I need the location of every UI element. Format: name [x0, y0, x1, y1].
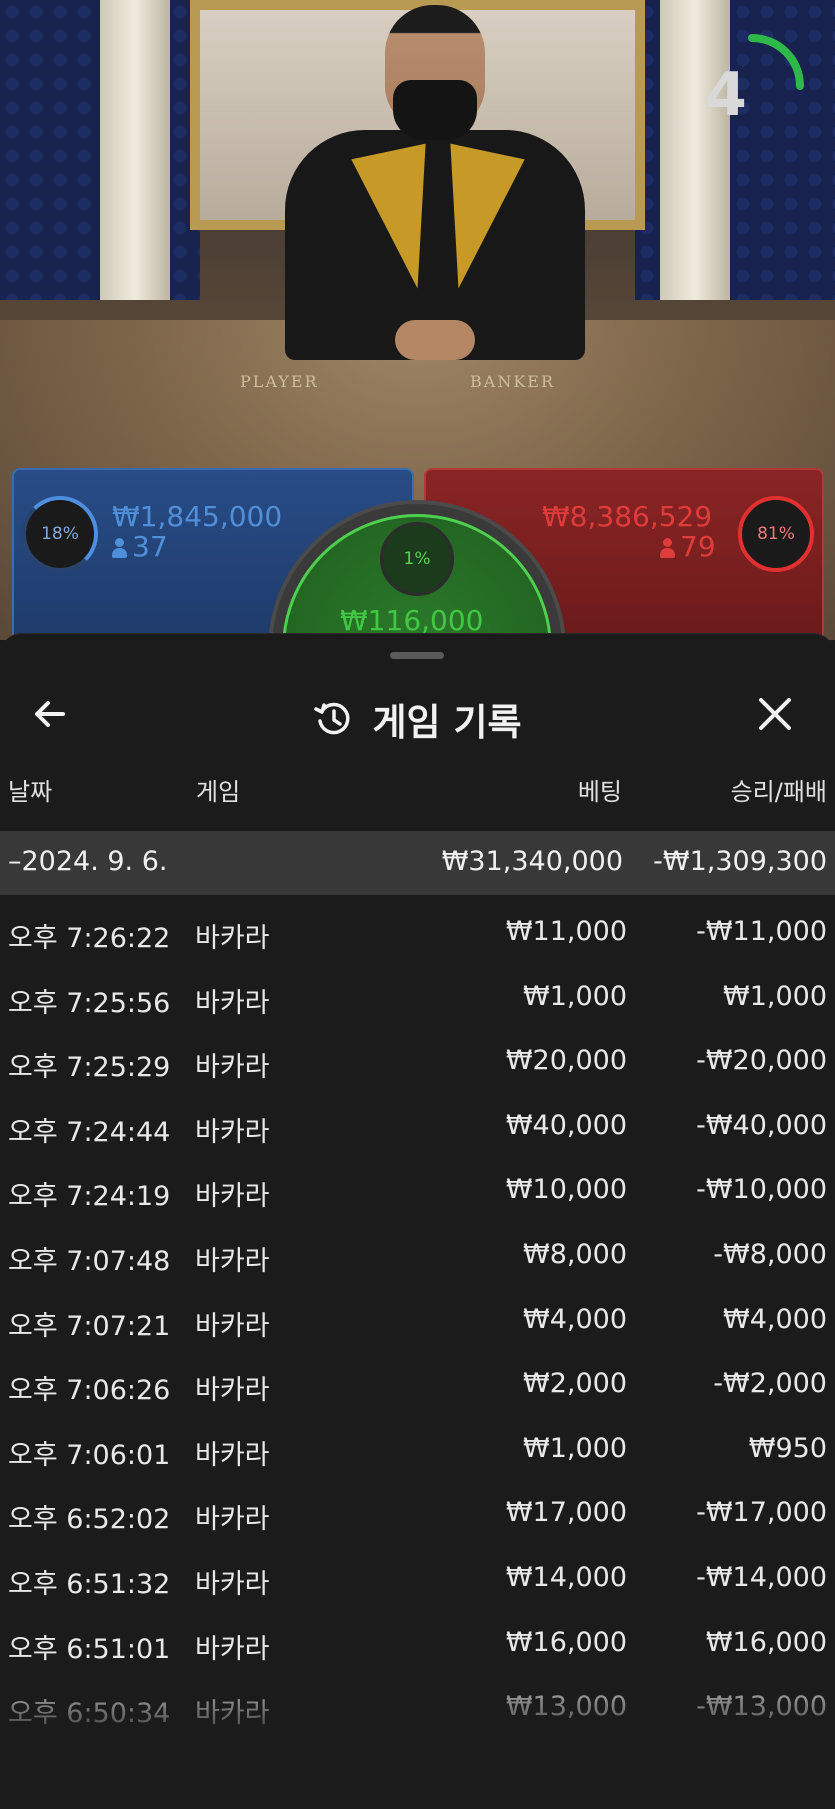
table-label-player: PLAYER: [240, 372, 319, 391]
row-bet: ₩14,000: [505, 1561, 627, 1593]
table-header: 날짜 게임 베팅 승리/패배: [0, 772, 835, 812]
history-row[interactable]: 오후 7:25:56 바카라 ₩1,000 ₩1,000: [0, 967, 835, 1032]
player-count: 37: [112, 530, 168, 563]
row-bet: ₩40,000: [505, 1109, 627, 1141]
player-total-bet: ₩1,845,000: [112, 500, 283, 533]
row-bet: ₩1,000: [523, 980, 627, 1012]
row-result: -₩13,000: [696, 1691, 827, 1723]
history-row[interactable]: 오후 7:24:44 바카라 ₩40,000 -₩40,000: [0, 1096, 835, 1161]
pillar-left: [100, 0, 170, 300]
banker-count-value: 79: [680, 530, 716, 563]
sheet-drag-handle[interactable]: [390, 652, 444, 659]
row-time: 오후 7:06:26: [8, 1375, 171, 1407]
history-row[interactable]: 오후 7:06:26 바카라 ₩2,000 -₩2,000: [0, 1354, 835, 1419]
row-result: ₩4,000: [723, 1303, 827, 1335]
history-row[interactable]: 오후 7:07:48 바카라 ₩8,000 -₩8,000: [0, 1225, 835, 1290]
history-row[interactable]: 오후 7:24:19 바카라 ₩10,000 -₩10,000: [0, 1160, 835, 1225]
history-icon: [314, 702, 350, 735]
column-date: 날짜: [8, 778, 53, 806]
game-history-sheet: 게임 기록 날짜 게임 베팅 승리/패배 –2024. 9. 6. ₩31,34…: [0, 633, 835, 1809]
dealer: [285, 0, 585, 360]
row-result: -₩2,000: [713, 1368, 827, 1400]
day-summary-row[interactable]: –2024. 9. 6. ₩31,340,000 -₩1,309,300: [0, 831, 835, 895]
row-result: -₩11,000: [696, 916, 827, 947]
history-list: 오후 7:26:22 바카라 ₩11,000 -₩11,000 오후 7:25:56 바…: [0, 902, 835, 1742]
column-game: 게임: [196, 778, 241, 806]
tie-percent: 1%: [380, 522, 454, 596]
row-result: -₩10,000: [696, 1174, 827, 1206]
row-time: 오후 6:51:32: [8, 1568, 171, 1600]
history-row[interactable]: 오후 7:06:01 바카라 ₩1,000 ₩950: [0, 1419, 835, 1484]
row-bet: ₩2,000: [523, 1368, 627, 1400]
player-count-value: 37: [132, 530, 168, 563]
banker-count: 79: [660, 530, 716, 563]
history-row[interactable]: 오후 6:51:32 바카라 ₩14,000 -₩14,000: [0, 1548, 835, 1613]
row-bet: ₩11,000: [505, 916, 627, 947]
person-icon: [112, 538, 127, 558]
row-result: -₩14,000: [696, 1561, 827, 1593]
day-total-bet: ₩31,340,000: [441, 846, 623, 877]
history-row[interactable]: 오후 7:07:21 바카라 ₩4,000 ₩4,000: [0, 1290, 835, 1355]
history-row[interactable]: 오후 6:52:02 바카라 ₩17,000 -₩17,000: [0, 1483, 835, 1548]
player-percent: 18%: [22, 496, 98, 572]
row-bet: ₩20,000: [505, 1045, 627, 1077]
row-bet: ₩8,000: [523, 1238, 627, 1270]
column-result: 승리/패배: [730, 778, 827, 806]
banker-total-bet: ₩8,386,529: [542, 500, 713, 533]
row-game: 바카라: [195, 1633, 270, 1665]
row-game: 바카라: [195, 1310, 270, 1342]
close-button[interactable]: [745, 690, 805, 740]
day-total-result: -₩1,309,300: [653, 846, 827, 877]
row-game: 바카라: [195, 1698, 270, 1730]
row-time: 오후 6:52:02: [8, 1504, 171, 1536]
row-bet: ₩4,000: [523, 1303, 627, 1335]
banker-percent: 81%: [738, 496, 814, 572]
row-bet: ₩1,000: [523, 1432, 627, 1464]
row-time: 오후 7:07:21: [8, 1310, 171, 1342]
sheet-header: 게임 기록: [0, 674, 835, 754]
row-game: 바카라: [195, 1116, 270, 1148]
row-result: ₩950: [748, 1432, 827, 1464]
row-result: -₩17,000: [696, 1497, 827, 1529]
row-result: ₩1,000: [723, 980, 827, 1012]
row-game: 바카라: [195, 1245, 270, 1277]
history-row[interactable]: 오후 7:25:29 바카라 ₩20,000 -₩20,000: [0, 1031, 835, 1096]
row-time: 오후 7:06:01: [8, 1439, 171, 1471]
row-game: 바카라: [195, 1439, 270, 1471]
row-result: -₩8,000: [713, 1238, 827, 1270]
table-label-banker: BANKER: [470, 372, 555, 391]
history-row[interactable]: 오후 6:50:34 바카라 ₩13,000 -₩13,000: [0, 1677, 835, 1742]
row-bet: ₩10,000: [505, 1174, 627, 1206]
row-time: 오후 7:25:56: [8, 987, 171, 1019]
row-result: -₩20,000: [696, 1045, 827, 1077]
row-result: -₩40,000: [696, 1109, 827, 1141]
row-bet: ₩17,000: [505, 1497, 627, 1529]
row-bet: ₩16,000: [505, 1626, 627, 1658]
row-time: 오후 7:24:44: [8, 1116, 171, 1148]
day-date: –2024. 9. 6.: [8, 846, 168, 877]
column-bet: 베팅: [577, 778, 622, 806]
row-bet: ₩13,000: [505, 1691, 627, 1723]
history-row[interactable]: 오후 6:51:01 바카라 ₩16,000 ₩16,000: [0, 1613, 835, 1678]
row-game: 바카라: [195, 1568, 270, 1600]
sheet-title: 게임 기록: [372, 701, 522, 744]
row-time: 오후 6:51:01: [8, 1633, 171, 1665]
row-time: 오후 7:25:29: [8, 1052, 171, 1084]
row-game: 바카라: [195, 987, 270, 1019]
row-time: 오후 6:50:34: [8, 1698, 171, 1730]
row-game: 바카라: [195, 1052, 270, 1084]
close-icon: [759, 698, 791, 730]
row-game: 바카라: [195, 923, 270, 954]
row-game: 바카라: [195, 1504, 270, 1536]
person-icon: [660, 538, 675, 558]
row-result: ₩16,000: [705, 1626, 827, 1658]
row-time: 오후 7:24:19: [8, 1181, 171, 1213]
row-time: 오후 7:07:48: [8, 1245, 171, 1277]
row-time: 오후 7:26:22: [8, 923, 171, 954]
row-game: 바카라: [195, 1181, 270, 1213]
history-row[interactable]: 오후 7:26:22 바카라 ₩11,000 -₩11,000: [0, 902, 835, 967]
row-game: 바카라: [195, 1375, 270, 1407]
countdown-timer: 4: [705, 60, 747, 130]
